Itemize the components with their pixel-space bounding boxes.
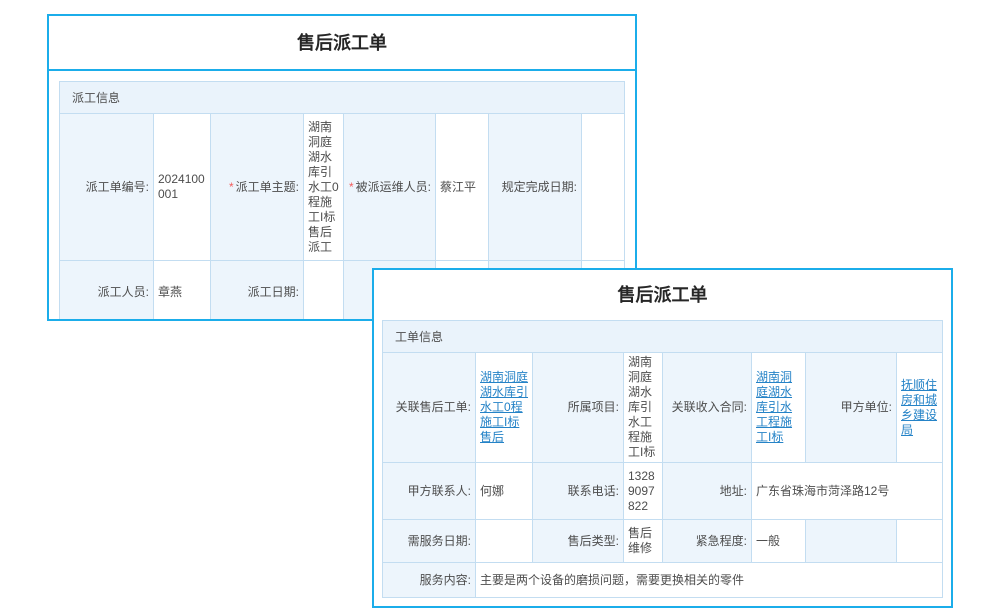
field-label-service-date: 需服务日期: [383, 520, 476, 563]
section-header-dispatch-info: 派工信息 [59, 81, 625, 114]
field-label-aftersales-type: 售后类型: [533, 520, 624, 563]
field-label-required-finish-date: 规定完成日期: [489, 114, 582, 261]
table-row: 需服务日期: 售后类型: 售后维修 紧急程度: 一般 [383, 520, 943, 563]
table-row: 甲方联系人: 何娜 联系电话: 13289097822 地址: 广东省珠海市菏泽… [383, 463, 943, 520]
workorder-content: 工单信息 关联售后工单: 湖南洞庭湖水库引水工0程施工I标售后 所属项目: 湖南… [374, 320, 951, 606]
field-value-address: 广东省珠海市菏泽路12号 [752, 463, 943, 520]
table-row: 服务内容: 主要是两个设备的磨损问题，需要更换相关的零件 [383, 563, 943, 598]
field-value-assigned-staff: 蔡江平 [436, 114, 489, 261]
field-label-empty [806, 520, 897, 563]
field-label-urgency: 紧急程度: [663, 520, 752, 563]
field-value-required-finish-date [582, 114, 625, 261]
field-value-client-unit: 抚顺住房和城乡建设局 [897, 353, 943, 463]
field-value-related-aftersales-order: 湖南洞庭湖水库引水工0程施工I标售后 [476, 353, 533, 463]
page-title: 售后派工单 [49, 16, 635, 71]
field-label-project: 所属项目: [533, 353, 624, 463]
field-label-client-contact: 甲方联系人: [383, 463, 476, 520]
related-aftersales-order-link[interactable]: 湖南洞庭湖水库引水工0程施工I标售后 [480, 370, 528, 444]
field-label-dispatch-subject: *派工单主题: [211, 114, 304, 261]
page-title: 售后派工单 [374, 270, 951, 320]
workorder-info-table: 关联售后工单: 湖南洞庭湖水库引水工0程施工I标售后 所属项目: 湖南洞庭湖水库… [382, 352, 943, 598]
table-row: 关联售后工单: 湖南洞庭湖水库引水工0程施工I标售后 所属项目: 湖南洞庭湖水库… [383, 353, 943, 463]
field-value-dispatcher: 章燕 [154, 261, 211, 322]
field-value-project: 湖南洞庭湖水库引水工程施工I标 [624, 353, 663, 463]
field-label-related-income-contract: 关联收入合同: [663, 353, 752, 463]
field-value-phone: 13289097822 [624, 463, 663, 520]
field-label-dispatch-date: 派工日期: [211, 261, 304, 322]
field-value-empty [897, 520, 943, 563]
field-value-service-content: 主要是两个设备的磨损问题，需要更换相关的零件 [476, 563, 943, 598]
field-value-dispatch-no: 2024100001 [154, 114, 211, 261]
field-label-client-unit: 甲方单位: [806, 353, 897, 463]
table-row: 派工单编号: 2024100001 *派工单主题: 湖南洞庭湖水库引水工0程施工… [60, 114, 625, 261]
field-label-service-content: 服务内容: [383, 563, 476, 598]
related-income-contract-link[interactable]: 湖南洞庭湖水库引水工程施工I标 [756, 370, 792, 444]
field-value-service-date [476, 520, 533, 563]
field-label-dispatch-no: 派工单编号: [60, 114, 154, 261]
field-value-client-contact: 何娜 [476, 463, 533, 520]
workorder-window: 售后派工单 工单信息 关联售后工单: 湖南洞庭湖水库引水工0程施工I标售后 所属… [372, 268, 953, 608]
field-value-dispatch-date [304, 261, 344, 322]
field-label-phone: 联系电话: [533, 463, 624, 520]
section-header-workorder-info: 工单信息 [382, 320, 943, 353]
field-value-urgency: 一般 [752, 520, 806, 563]
field-label-address: 地址: [663, 463, 752, 520]
required-asterisk: * [349, 180, 354, 194]
field-label-related-aftersales-order: 关联售后工单: [383, 353, 476, 463]
field-value-related-income-contract: 湖南洞庭湖水库引水工程施工I标 [752, 353, 806, 463]
client-unit-link[interactable]: 抚顺住房和城乡建设局 [901, 378, 937, 437]
field-label-dispatcher: 派工人员: [60, 261, 154, 322]
field-label-assigned-staff: *被派运维人员: [344, 114, 436, 261]
field-value-dispatch-subject: 湖南洞庭湖水库引水工0程施工I标售后派工 [304, 114, 344, 261]
required-asterisk: * [229, 180, 234, 194]
field-value-aftersales-type: 售后维修 [624, 520, 663, 563]
